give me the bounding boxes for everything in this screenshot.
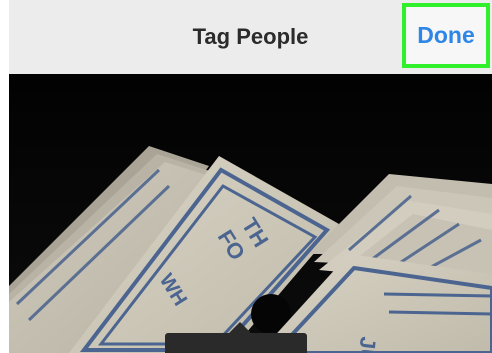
tag-tooltip[interactable] bbox=[165, 333, 307, 353]
card-text-ju: JU bbox=[353, 335, 381, 353]
screen: Tag People Done TH FO WH JU bbox=[0, 0, 492, 353]
photo-image: TH FO WH JU bbox=[9, 74, 492, 353]
tag-photo[interactable]: TH FO WH JU bbox=[9, 74, 492, 353]
navigation-bar: Tag People Done bbox=[9, 0, 492, 74]
done-button[interactable]: Done bbox=[402, 3, 490, 68]
